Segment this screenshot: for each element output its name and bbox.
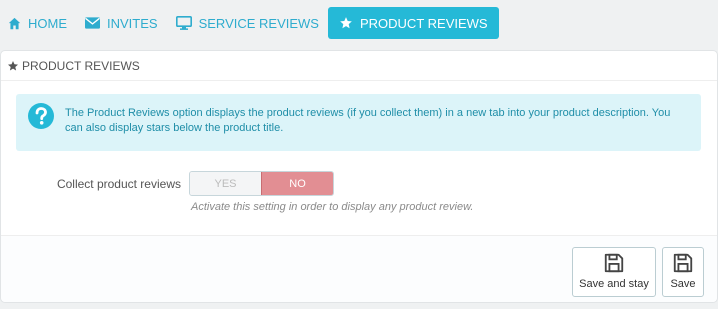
tab-invites-label: INVITES — [107, 15, 158, 31]
star-icon — [340, 17, 352, 29]
collect-reviews-switch[interactable]: YES NO — [189, 171, 334, 196]
save-and-stay-label: Save and stay — [579, 278, 649, 290]
help-text: Activate this setting in order to displa… — [191, 201, 474, 213]
tab-product-reviews[interactable]: PRODUCT REVIEWS — [327, 7, 499, 39]
tab-home-label: HOME — [28, 15, 67, 31]
star-icon — [8, 60, 18, 70]
tab-home[interactable]: HOME — [0, 8, 76, 38]
monitor-icon — [175, 16, 192, 30]
panel-heading: PRODUCT REVIEWS — [1, 51, 717, 81]
home-icon — [8, 17, 21, 29]
panel-title: PRODUCT REVIEWS — [22, 58, 140, 73]
tab-service-reviews[interactable]: SERVICE REVIEWS — [167, 8, 328, 38]
envelope-icon — [85, 17, 100, 29]
question-circle-icon — [28, 103, 54, 129]
product-reviews-panel: PRODUCT REVIEWS The Product Reviews opti… — [0, 50, 718, 303]
collect-reviews-row: Collect product reviews YES NO — [1, 171, 717, 197]
info-text: The Product Reviews option displays the … — [65, 107, 671, 134]
switch-yes-option[interactable]: YES — [190, 172, 261, 195]
tab-invites[interactable]: INVITES — [76, 8, 167, 38]
floppy-disk-icon — [673, 253, 693, 273]
panel-footer: Save and stay Save — [1, 235, 717, 302]
tab-bar: HOME INVITES SERVICE REVIEWS PRODUCT REV… — [0, 7, 499, 39]
collect-reviews-label: Collect product reviews — [56, 177, 181, 191]
floppy-disk-icon — [604, 253, 624, 273]
switch-no-option[interactable]: NO — [261, 172, 333, 195]
info-alert: The Product Reviews option displays the … — [16, 94, 701, 151]
tab-product-reviews-label: PRODUCT REVIEWS — [359, 15, 488, 31]
save-button[interactable]: Save — [662, 247, 704, 297]
save-label: Save — [670, 278, 696, 290]
tab-service-reviews-label: SERVICE REVIEWS — [198, 15, 319, 31]
save-and-stay-button[interactable]: Save and stay — [572, 247, 656, 297]
